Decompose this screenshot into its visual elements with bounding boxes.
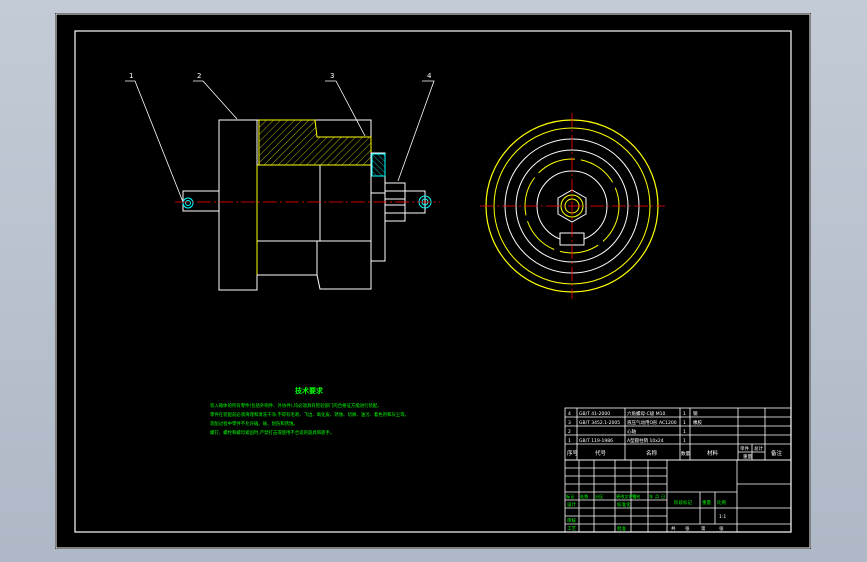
bom-r4-qty: 1 — [683, 438, 686, 444]
note-line-3: 装配过程中零件不允许磕、碰、划伤和锈蚀。 — [210, 420, 298, 427]
bom-r2-seq: 3 — [568, 420, 571, 426]
tb-label-sign: 签名 — [632, 493, 640, 500]
bom-header-weight: 重量 — [743, 453, 752, 460]
technical-requirements: 技术要求 装入箱体的所有零件(包括外购件、外协件),均必须具有检验部门的合格证方… — [210, 386, 409, 436]
cylindrical-pin — [182, 190, 220, 212]
mandrel-flange — [218, 119, 258, 291]
bom-r2-code: GB/T 3452.1-2005 — [579, 420, 620, 426]
tb-standard: 标准化 — [617, 501, 631, 508]
bom-header-material: 材料 — [707, 449, 719, 457]
drawing-canvas[interactable]: 1 2 3 4 技术要求 装入箱体的所有零件(包括外购件、外协件),均必须具有检… — [55, 13, 811, 549]
tb-label-day: 日 — [661, 494, 665, 500]
balloon-3: 3 — [330, 72, 334, 80]
bom-r3-qty: 1 — [683, 429, 686, 435]
balloon-1: 1 — [129, 72, 133, 80]
bom-r4-seq: 1 — [568, 438, 571, 444]
tb-process: 工艺 — [567, 526, 576, 532]
bom-header-remark: 备注 — [771, 449, 783, 457]
tb-scale: 比例 — [717, 499, 726, 506]
section-view: 1 2 3 4 — [125, 72, 440, 291]
note-line-4: 螺钉、螺栓和螺母紧固时,严禁打击或使用不合适的旋具和扳手。 — [210, 429, 334, 436]
bom-header-code: 代号 — [595, 449, 607, 457]
bom-header-unit: 单件 — [740, 445, 749, 452]
bom-r1-seq: 4 — [568, 411, 571, 417]
tb-review: 审核 — [567, 517, 576, 524]
tb-sheets-current: 第 — [701, 525, 706, 532]
bom-r4-name: A型圆柱销 10x24 — [627, 437, 664, 444]
tb-approve: 批准 — [617, 525, 626, 532]
bom-r2-qty: 1 — [683, 420, 686, 426]
bom-r3-name: 心轴 — [627, 428, 636, 435]
tb-weight: 重量 — [702, 499, 711, 506]
balloon-4: 4 — [427, 72, 432, 80]
tb-scale-value: 1:1 — [719, 514, 726, 520]
note-line-1: 装入箱体的所有零件(包括外购件、外协件),均必须具有检验部门的合格证方能进行装配… — [210, 402, 382, 409]
cad-window: 1 2 3 4 技术要求 装入箱体的所有零件(包括外购件、外协件),均必须具有检… — [0, 0, 867, 562]
tb-sheets-total: 共 — [671, 525, 676, 532]
note-line-2: 零件在装配前必须清理和清洗干净,不得有毛刺、飞边、氧化皮、锈蚀、切屑、油污、着色… — [210, 411, 409, 418]
bom-header-total: 总计 — [754, 445, 763, 452]
tb-sheets-total-unit: 张 — [685, 525, 690, 532]
bom-r2-material: 橡胶 — [693, 419, 702, 426]
bom-header-seq: 序号 — [567, 449, 579, 457]
tb-design: 设计 — [567, 501, 576, 508]
bom-r1-qty: 1 — [683, 411, 686, 417]
tb-label-month: 月 — [655, 494, 659, 500]
drawing-sheet: 1 2 3 4 技术要求 装入箱体的所有零件(包括外购件、外协件),均必须具有检… — [55, 13, 811, 549]
balloon-2: 2 — [197, 72, 201, 80]
tb-label-mark: 标记 — [566, 493, 575, 500]
end-view — [480, 113, 665, 299]
tb-stage: 阶段标记 — [674, 499, 692, 506]
bom-r1-code: GB/T 41-2000 — [579, 411, 610, 417]
tb-label-zone: 分区 — [595, 493, 603, 500]
bom-header-name: 名称 — [646, 449, 658, 457]
bom-r2-name: 液压气动用O形 AC1200 — [627, 419, 677, 426]
bom-table: 4 GB/T 41-2000 六角螺母-C级 M10 1 钢 3 GB/T 34… — [564, 407, 792, 461]
outer-border — [55, 13, 811, 549]
bom-r1-name: 六角螺母-C级 M10 — [627, 410, 665, 417]
bom-r3-seq: 2 — [568, 429, 571, 435]
title-block: 标记 处数 分区 更改文件号 签名 年 月 日 设计 标准化 阶段标记 重量 比… — [564, 459, 792, 533]
hatched-section — [258, 119, 372, 166]
tb-sheets-current-unit: 张 — [719, 525, 724, 532]
tb-label-count: 处数 — [580, 493, 589, 500]
o-ring-seal — [371, 153, 386, 177]
notes-title: 技术要求 — [295, 386, 324, 395]
bom-r1-material: 钢 — [693, 410, 698, 417]
bom-header-qty: 数量 — [681, 450, 690, 457]
bom-r4-code: GB/T 119-1986 — [579, 438, 613, 444]
tb-label-year: 年 — [649, 493, 653, 500]
